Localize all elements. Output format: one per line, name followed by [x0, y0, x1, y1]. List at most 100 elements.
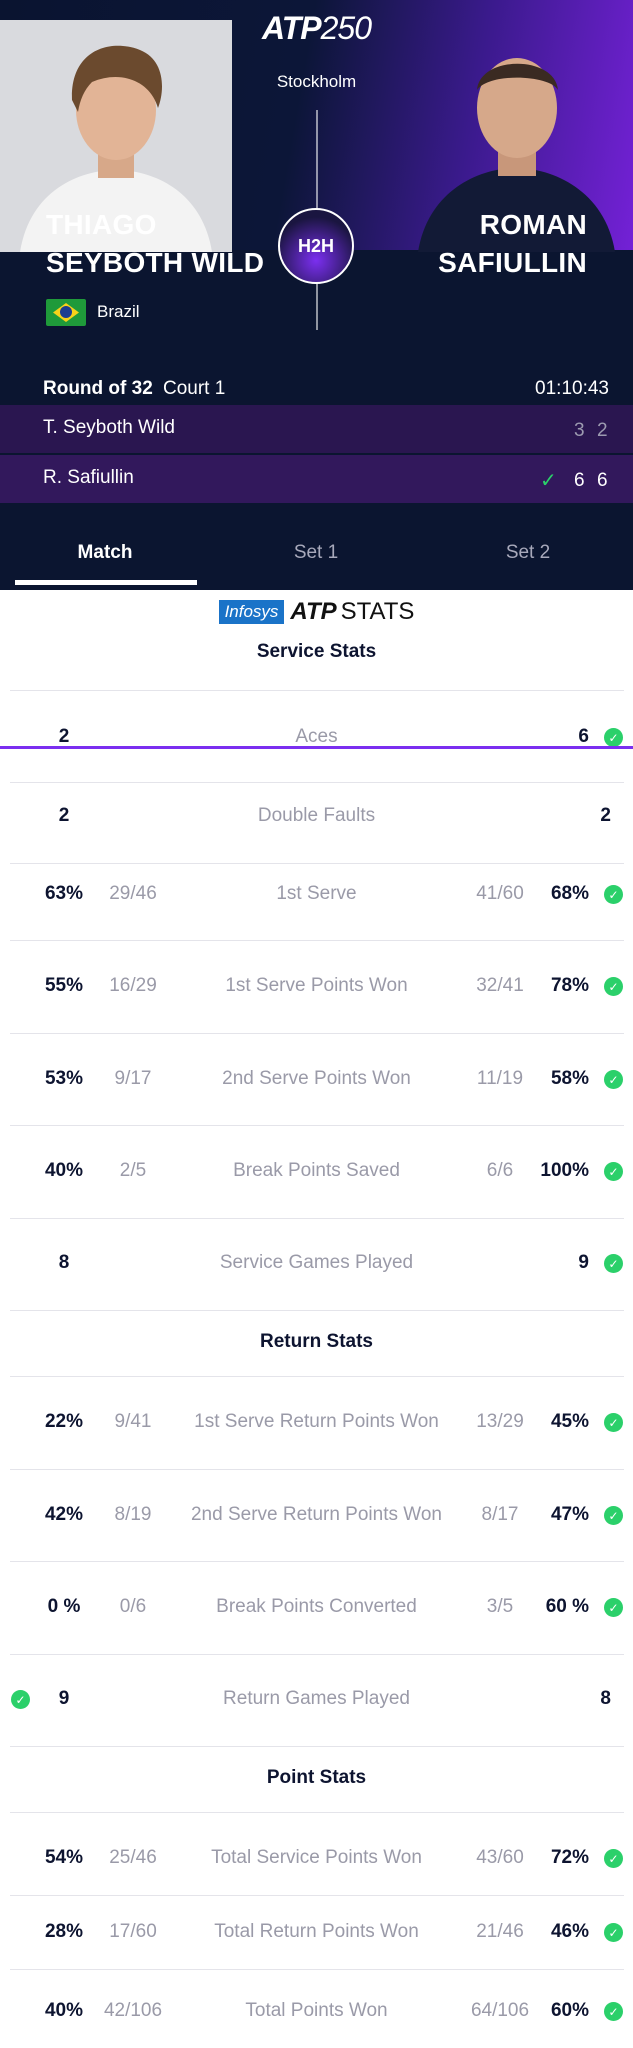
stat-label: Return Games Played	[223, 1688, 410, 1709]
stat-left-value: 8	[58, 1252, 70, 1273]
stat-left-fraction: 2/5	[119, 1160, 147, 1181]
stat-right-value: 60%	[550, 2000, 589, 2021]
stat-label: 1st Serve Return Points Won	[194, 1411, 439, 1432]
stat-row: 0 % 0/6 Break Points Converted 3/5 60 % ✓	[0, 1588, 633, 1628]
winner-check-icon: ✓	[604, 977, 623, 996]
stat-left-fraction: 16/29	[109, 975, 157, 996]
row-divider	[10, 690, 624, 691]
stat-left-value: 22%	[44, 1411, 84, 1432]
stat-right-value: 58%	[550, 1068, 589, 1089]
stat-right-value: 8	[600, 1688, 611, 1709]
court-label: Court 1	[163, 378, 226, 399]
stat-label: Break Points Saved	[233, 1160, 400, 1181]
stat-label: 1st Serve	[276, 883, 357, 904]
player-country-left: Brazil	[97, 302, 140, 321]
stat-label: 1st Serve Points Won	[225, 975, 408, 996]
stat-left-fraction: 9/41	[114, 1411, 152, 1432]
stat-label: Total Return Points Won	[214, 1921, 419, 1942]
stat-right-value: 68%	[550, 883, 589, 904]
winner-check-icon: ✓	[604, 1923, 623, 1942]
score-player-name: T. Seyboth Wild	[43, 417, 175, 438]
stat-left-value: 9	[58, 1688, 70, 1709]
winner-check-icon: ✓	[540, 470, 557, 492]
stat-right-value: 6	[578, 726, 589, 747]
infosys-atp-stats-logo: Infosys ATP STATS	[0, 598, 633, 628]
stat-row: 2 Double Faults 2	[0, 797, 633, 837]
row-divider	[10, 1812, 624, 1813]
stat-left-value: 42%	[44, 1504, 84, 1525]
winner-check-icon: ✓	[604, 1254, 623, 1273]
row-divider	[10, 1376, 624, 1377]
stat-left-value: 63%	[44, 883, 84, 904]
stat-row: 63% 29/46 1st Serve 41/60 68% ✓	[0, 875, 633, 915]
row-divider	[10, 1746, 624, 1747]
score-row-player-2: R. Safiullin ✓ 6 6	[0, 455, 633, 503]
stat-label: Double Faults	[257, 805, 376, 826]
stat-row: 9 Return Games Played 8 ✓	[0, 1680, 633, 1720]
stat-left-fraction: 42/106	[103, 2000, 163, 2021]
winner-check-icon: ✓	[604, 728, 623, 747]
row-divider	[10, 782, 624, 783]
stat-right-value: 2	[600, 805, 611, 826]
tab-match[interactable]: Match	[15, 542, 195, 564]
match-duration: 01:10:43	[535, 378, 609, 399]
winner-check-icon: ✓	[604, 2002, 623, 2021]
score-row-player-1: T. Seyboth Wild 3 2	[0, 405, 633, 453]
stat-left-fraction: 9/17	[114, 1068, 152, 1089]
winner-check-icon: ✓	[11, 1690, 30, 1709]
stat-left-value: 53%	[44, 1068, 84, 1089]
score-player-name: R. Safiullin	[43, 467, 134, 488]
active-tab-indicator	[15, 580, 197, 585]
row-divider	[10, 1218, 624, 1219]
tabs-border	[0, 746, 633, 749]
set1-score: 3	[574, 420, 585, 441]
winner-check-icon: ✓	[604, 1070, 623, 1089]
match-info-row: Round of 32 Court 1 01:10:43	[0, 370, 633, 410]
match-hero: ATP250 Stockholm H2H THIAGO SEYBOTH WILD…	[0, 0, 633, 390]
set2-score: 2	[597, 420, 608, 441]
stat-label: Service Games Played	[219, 1252, 414, 1273]
row-divider	[10, 940, 624, 941]
stat-row: 2 Aces 6 ✓	[0, 718, 633, 758]
row-divider	[10, 1033, 624, 1034]
winner-check-icon: ✓	[604, 1162, 623, 1181]
row-divider	[10, 1654, 624, 1655]
stat-left-fraction: 29/46	[109, 883, 157, 904]
row-divider	[10, 1469, 624, 1470]
h2h-button[interactable]: H2H	[278, 208, 354, 284]
stat-right-value: 60 %	[545, 1596, 589, 1617]
stat-right-value: 47%	[550, 1504, 589, 1525]
stat-row: 22% 9/41 1st Serve Return Points Won 13/29 4…	[0, 1403, 633, 1443]
row-divider	[10, 863, 624, 864]
player-name-right[interactable]: ROMAN SAFIULLIN	[438, 206, 587, 282]
stat-row: 55% 16/29 1st Serve Points Won 32/41 78% ✓	[0, 967, 633, 1007]
stat-left-value: 0 %	[47, 1596, 81, 1617]
stat-left-fraction: 17/60	[109, 1921, 157, 1942]
stat-right-value: 72%	[550, 1847, 589, 1868]
row-divider	[10, 1310, 624, 1311]
stat-right-value: 45%	[550, 1411, 589, 1432]
stat-left-value: 2	[58, 726, 70, 747]
winner-check-icon: ✓	[604, 1506, 623, 1525]
stat-label: Break Points Converted	[216, 1596, 417, 1617]
stat-row: 54% 25/46 Total Service Points Won 43/60 72%…	[0, 1839, 633, 1879]
stat-label: Aces	[295, 726, 338, 747]
stat-row: 8 Service Games Played 9 ✓	[0, 1244, 633, 1284]
stat-left-value: 40%	[44, 1160, 84, 1181]
row-divider	[10, 1125, 624, 1126]
stat-row: 40% 2/5 Break Points Saved 6/6 100% ✓	[0, 1152, 633, 1192]
tournament-logo: ATP250	[261, 10, 372, 46]
player-name-left[interactable]: THIAGO SEYBOTH WILD	[46, 206, 264, 282]
row-divider	[10, 1895, 624, 1896]
tab-set-2[interactable]: Set 2	[438, 542, 618, 564]
stat-left-fraction: 0/6	[119, 1596, 147, 1617]
winner-check-icon: ✓	[604, 1598, 623, 1617]
score-panel: Round of 32 Court 1 01:10:43 T. Seyboth …	[0, 360, 633, 749]
stat-row: 42% 8/19 2nd Serve Return Points Won 8/17 47…	[0, 1496, 633, 1536]
stat-right-value: 46%	[550, 1921, 589, 1942]
tab-set-1[interactable]: Set 1	[226, 542, 406, 564]
stat-row: 40% 42/106 Total Points Won 64/106 60% ✓	[0, 1992, 633, 2032]
round-label: Round of 32	[43, 378, 153, 399]
stat-left-value: 2	[58, 805, 70, 826]
stat-right-value: 78%	[550, 975, 589, 996]
